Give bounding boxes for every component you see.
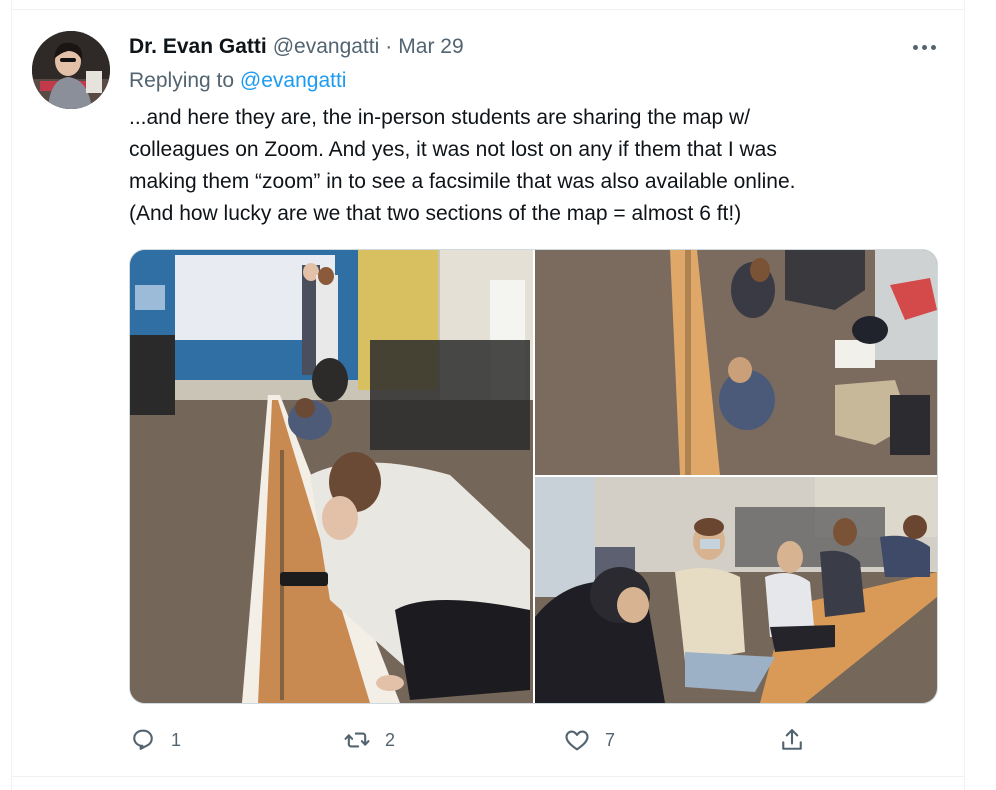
- replying-to-link[interactable]: @evangatti: [240, 69, 347, 92]
- reply-button[interactable]: 1: [129, 724, 181, 756]
- replying-to-label: Replying to: [129, 69, 235, 92]
- share-icon: [778, 726, 806, 754]
- avatar[interactable]: [32, 31, 110, 109]
- separator-dot: ·: [385, 35, 393, 58]
- photo-students-seated-along-map-scroll[interactable]: [535, 477, 937, 703]
- timeline-left-border: [0, 0, 12, 790]
- tweet-text-line: colleagues on Zoom. And yes, it was not …: [129, 138, 777, 161]
- tweet-text-line: making them “zoom” in to see a facsimile…: [129, 170, 796, 193]
- media-grid: [129, 249, 938, 704]
- tweet-date[interactable]: Mar 29: [398, 35, 463, 59]
- tweet-text-line: (And how lucky are we that two sections …: [129, 202, 742, 225]
- tweet-text: ...and here they are, the in-person stud…: [129, 102, 929, 230]
- retweet-count: 2: [385, 729, 396, 750]
- like-count: 7: [605, 729, 616, 750]
- share-button[interactable]: [778, 724, 806, 756]
- retweet-button[interactable]: 2: [343, 724, 395, 756]
- photo-students-kneeling-by-long-map-scroll[interactable]: [130, 250, 533, 703]
- next-tweet-edge: [12, 776, 964, 790]
- tweet-actions: 1 2 7: [0, 724, 996, 756]
- like-button[interactable]: 7: [563, 724, 615, 756]
- user-handle[interactable]: @evangatti: [273, 35, 380, 59]
- reply-count: 1: [171, 729, 182, 750]
- retweet-icon: [343, 726, 371, 754]
- timeline-right-border: [964, 0, 996, 790]
- tweet-header: Dr. Evan Gatti @evangatti · Mar 29: [129, 33, 464, 61]
- display-name[interactable]: Dr. Evan Gatti: [129, 35, 267, 59]
- previous-tweet-edge: [12, 0, 964, 10]
- reply-icon: [129, 726, 157, 754]
- replying-to: Replying to @evangatti: [129, 69, 346, 93]
- photo-students-sitting-on-floor-overhead[interactable]: [535, 250, 937, 475]
- more-options-icon[interactable]: [906, 34, 942, 60]
- tweet-text-line: ...and here they are, the in-person stud…: [129, 106, 751, 129]
- heart-icon: [563, 726, 591, 754]
